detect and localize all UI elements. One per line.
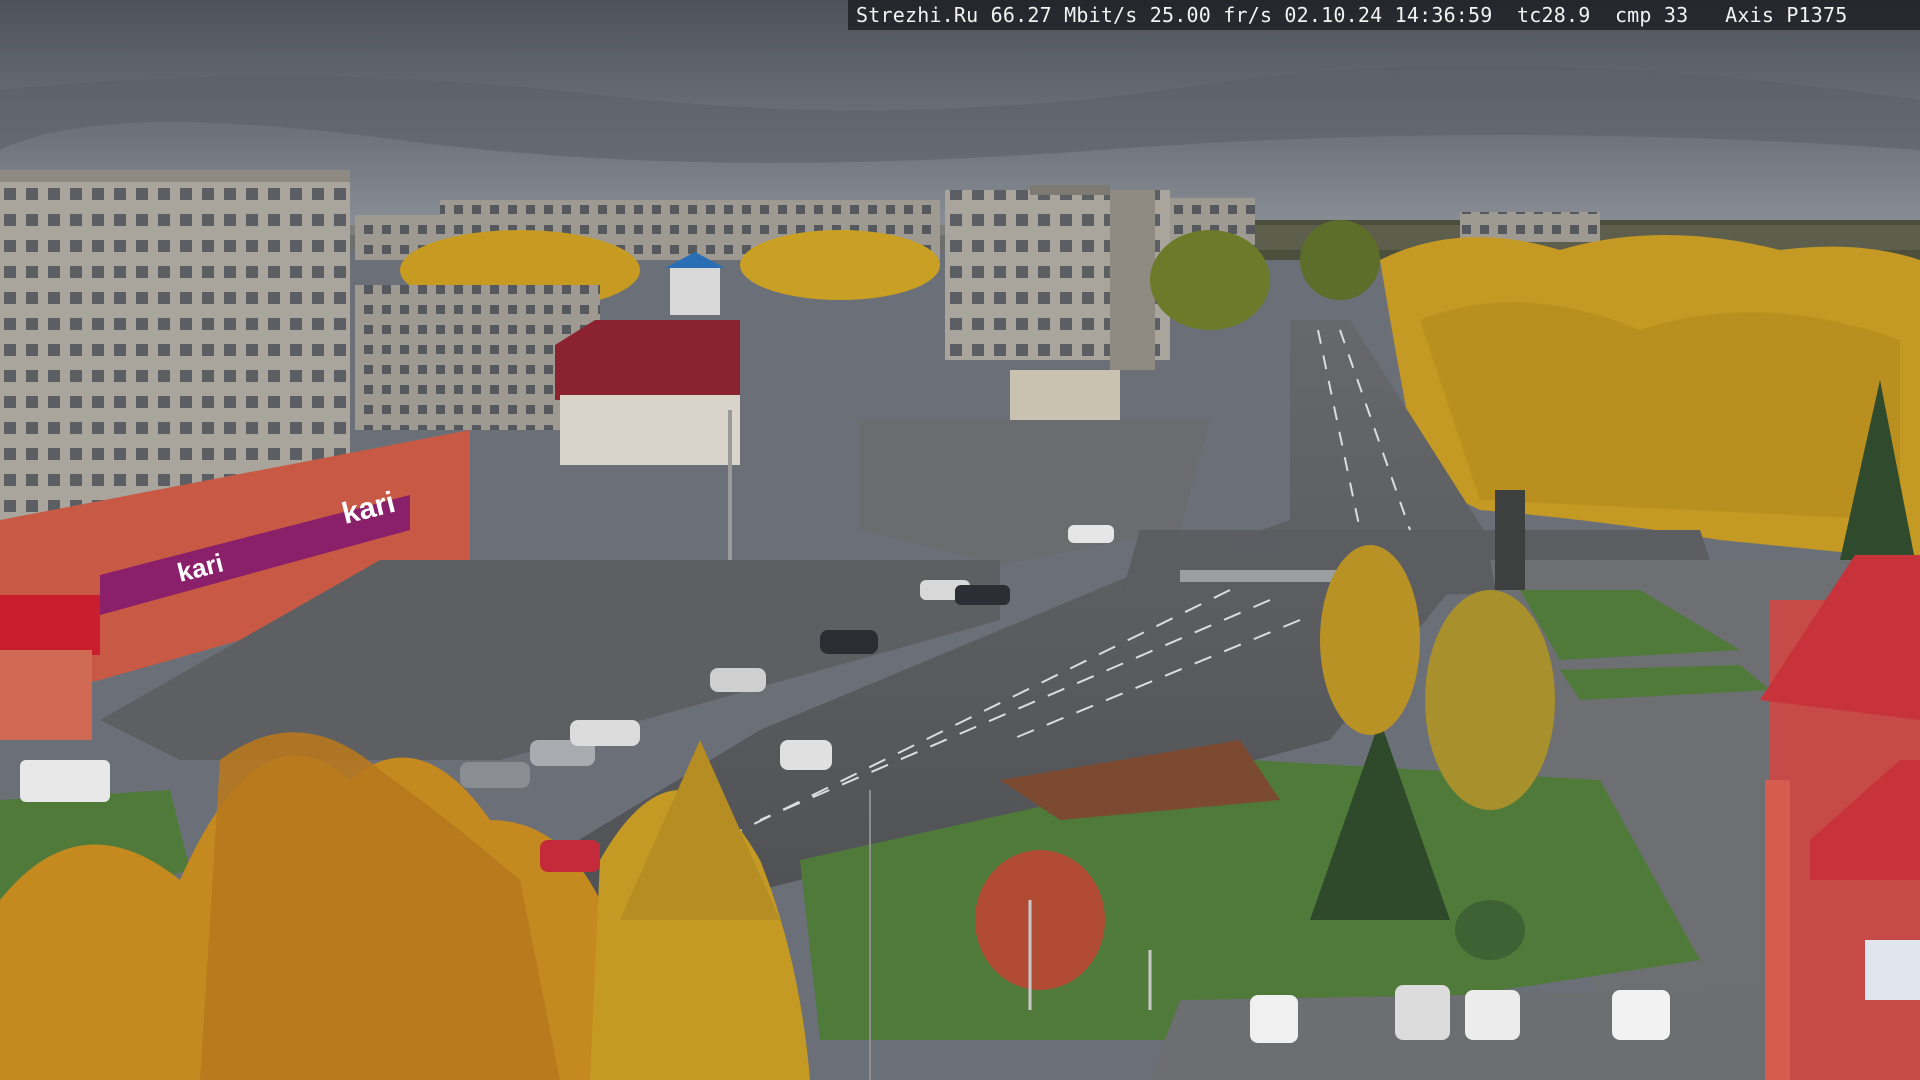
red-shrub: [975, 850, 1105, 990]
car: [1465, 990, 1520, 1040]
car: [1612, 990, 1670, 1040]
car: [540, 840, 600, 872]
car: [1250, 995, 1298, 1043]
car: [1236, 535, 1276, 552]
car: [955, 585, 1010, 605]
red-roof-building: [555, 320, 740, 400]
car: [20, 760, 110, 802]
car: [780, 740, 832, 770]
red-awning: [0, 595, 100, 655]
yellow-birch: [1425, 590, 1555, 810]
car: [1068, 525, 1114, 543]
car: [1395, 985, 1450, 1040]
car: [570, 720, 640, 746]
blue-roof-tower: [670, 265, 720, 315]
car: [710, 668, 766, 692]
car: [820, 630, 878, 654]
monument: [1495, 490, 1525, 590]
webcam-frame: kari kari Strezhi.Ru 66.27 Mbit/s 25.00 …: [0, 0, 1920, 1080]
camera-info-overlay: Strezhi.Ru 66.27 Mbit/s 25.00 fr/s 02.10…: [848, 0, 1920, 30]
yellow-birch: [1320, 545, 1420, 735]
car: [460, 762, 530, 788]
city-street-scene: kari kari: [0, 0, 1920, 1080]
